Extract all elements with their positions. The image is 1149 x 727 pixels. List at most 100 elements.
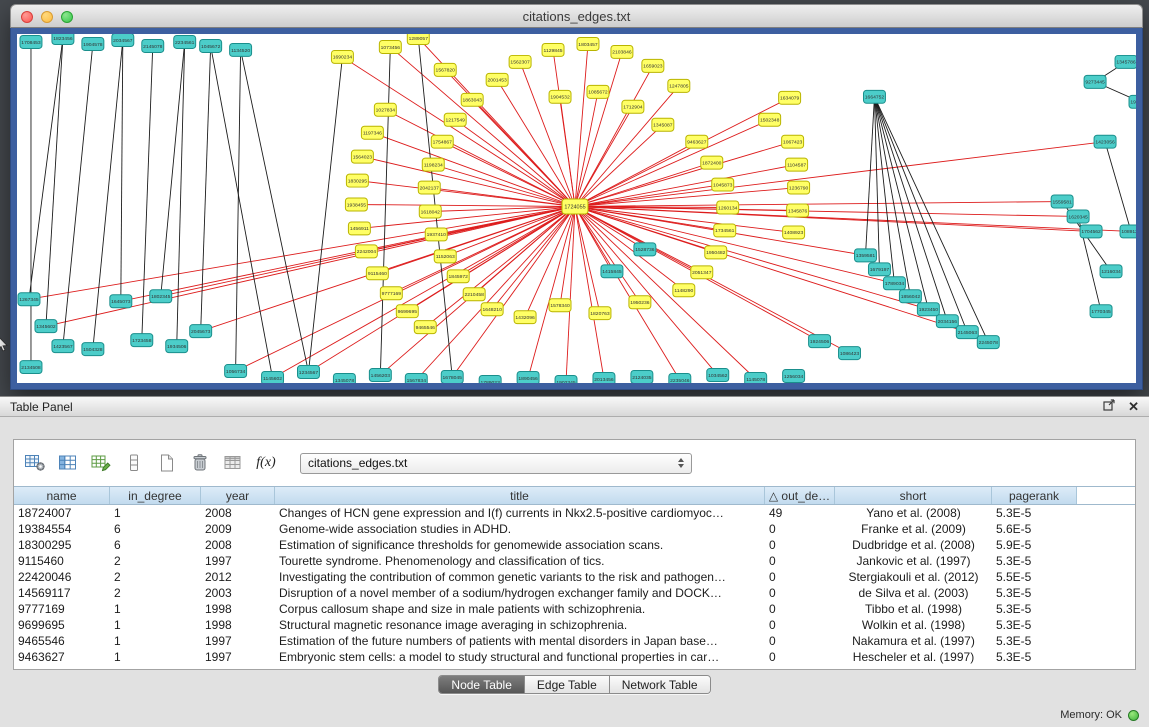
graph-node[interactable]: 1648210 [481, 303, 503, 316]
table-row[interactable]: 946554611997Estimation of the future num… [14, 633, 1135, 649]
table-row[interactable]: 946362711997Embryonic stem cells: a mode… [14, 649, 1135, 665]
graph-node[interactable]: 1664752 [863, 90, 885, 103]
graph-node[interactable]: 1924506 [809, 335, 831, 348]
graph-node[interactable]: 1634079 [779, 91, 801, 104]
graph-node[interactable]: 1823456 [52, 34, 74, 44]
graph-node[interactable]: 1432096 [514, 311, 536, 324]
graph-node[interactable]: 9463627 [686, 135, 708, 148]
graph-node[interactable]: 1872400 [701, 156, 723, 169]
delete-trash-button[interactable] [187, 450, 213, 476]
graph-node[interactable]: 1690234 [331, 50, 353, 63]
graph-node[interactable]: 1145078 [745, 373, 767, 383]
graph-node[interactable]: 1134520 [230, 43, 252, 56]
graph-node[interactable]: 1902345 [555, 376, 577, 383]
network-canvas[interactable]: 1724055186304312175491754867119823420421… [17, 34, 1136, 383]
graph-node[interactable]: 1645073 [110, 295, 132, 308]
graph-node[interactable]: 1045672 [200, 39, 222, 52]
graph-node[interactable]: 2034567 [112, 34, 134, 46]
graph-hub-node[interactable]: 1724055 [562, 199, 588, 214]
table-row[interactable]: 969969511998Structural magnetic resonanc… [14, 617, 1135, 633]
graph-node[interactable]: 1345876 [787, 204, 809, 217]
close-panel-button[interactable]: ✕ [1128, 400, 1139, 413]
network-view[interactable]: 1724055186304312175491754867119823420421… [17, 34, 1136, 383]
graph-node[interactable]: 2124035 [631, 371, 653, 383]
graph-node[interactable]: 2145063 [956, 326, 978, 339]
float-panel-button[interactable] [1103, 398, 1116, 416]
graph-node[interactable]: 1890456 [517, 372, 539, 383]
graph-node[interactable]: 1723458 [131, 334, 153, 347]
column-header-short[interactable]: short [835, 487, 992, 504]
column-button[interactable] [121, 450, 147, 476]
graph-node[interactable]: 9273445 [1084, 75, 1106, 88]
graph-node[interactable]: 1148290 [673, 284, 695, 297]
graph-node[interactable]: 2034156 [936, 315, 958, 328]
graph-node[interactable]: 2235046 [669, 374, 691, 383]
graph-node[interactable]: 1260134 [717, 201, 739, 214]
function-builder-button[interactable]: f(x) [253, 450, 279, 476]
table-row[interactable]: 977716911998Corpus callosum shape and si… [14, 601, 1135, 617]
graph-node[interactable]: 2234561 [174, 35, 196, 48]
graph-node[interactable]: 1152063 [434, 250, 456, 263]
show-columns-button[interactable] [55, 450, 81, 476]
graph-node[interactable]: 1104587 [786, 158, 808, 171]
graph-node[interactable]: 1803457 [577, 37, 599, 50]
graph-node[interactable]: 1559581 [1051, 195, 1073, 208]
graph-node[interactable]: 1618042 [419, 205, 441, 218]
graph-node[interactable]: 1145602 [262, 372, 284, 383]
graph-node[interactable]: 1415845 [601, 265, 623, 278]
tab-node-table[interactable]: Node Table [439, 676, 525, 693]
graph-node[interactable]: 1256034 [783, 370, 805, 383]
graph-node[interactable]: 2103846 [611, 45, 633, 58]
graph-node[interactable]: 1904578 [82, 37, 104, 50]
graph-node[interactable]: 1620345 [1067, 210, 1089, 223]
graph-node[interactable]: 1027834 [374, 103, 396, 116]
column-header-title[interactable]: title [275, 487, 765, 504]
graph-node[interactable]: 1086423 [839, 347, 861, 360]
graph-node[interactable]: 1679197 [868, 263, 890, 276]
graph-node[interactable]: 1923450 [917, 303, 939, 316]
graph-node[interactable]: 1704562 [1080, 225, 1102, 238]
import-table-button[interactable] [220, 450, 246, 476]
graph-node[interactable]: 1678045 [441, 371, 463, 383]
graph-node[interactable]: 9465546 [414, 321, 436, 334]
graph-node[interactable]: 1198234 [422, 158, 444, 171]
graph-node[interactable]: 1789023 [479, 376, 501, 383]
minimize-window-button[interactable] [41, 11, 53, 23]
graph-node[interactable]: 1234567 [297, 366, 319, 379]
graph-node[interactable]: 2134508 [20, 361, 42, 374]
graph-node[interactable]: 2145078 [142, 39, 164, 52]
column-header-year[interactable]: year [201, 487, 275, 504]
edit-table-button[interactable] [88, 450, 114, 476]
graph-node[interactable]: 9115460 [366, 267, 388, 280]
graph-node[interactable]: 1289057 [407, 34, 429, 44]
table-row[interactable]: 1830029562008Estimation of significance … [14, 537, 1135, 553]
graph-node[interactable]: 1504328 [82, 343, 104, 356]
graph-node[interactable]: 1567834 [405, 374, 427, 383]
graph-node[interactable]: 1423056 [1094, 135, 1116, 148]
graph-node[interactable]: 1502348 [759, 113, 781, 126]
graph-node[interactable]: 2045673 [190, 325, 212, 338]
table-selector-dropdown[interactable]: citations_edges.txt [300, 453, 692, 474]
graph-node[interactable]: 1845972 [447, 270, 469, 283]
graph-node[interactable]: 1863043 [461, 93, 483, 106]
graph-node[interactable]: 1830295 [346, 174, 368, 187]
graph-node[interactable]: 1216034 [1100, 265, 1122, 278]
graph-node[interactable]: 1067423 [782, 135, 804, 148]
graph-node[interactable]: 2245078 [977, 336, 999, 349]
table-row[interactable]: 1456911722003Disruption of a novel membe… [14, 585, 1135, 601]
graph-node[interactable]: 1085672 [587, 85, 609, 98]
graph-node[interactable]: 1924502 [1129, 95, 1136, 108]
graph-node[interactable]: 1345078 [333, 374, 355, 383]
graph-node[interactable]: 1456911 [348, 222, 370, 235]
graph-node[interactable]: 1934506 [166, 340, 188, 353]
graph-node[interactable]: 1267345 [18, 293, 40, 306]
table-row[interactable]: 2242004622012Investigating the contribut… [14, 569, 1135, 585]
graph-node[interactable]: 1856042 [899, 290, 921, 303]
graph-node[interactable]: 1754867 [431, 135, 453, 148]
graph-node[interactable]: 1345786 [1115, 55, 1136, 68]
graph-node[interactable]: 1456203 [369, 369, 391, 382]
graph-node[interactable]: 2242004 [355, 245, 377, 258]
graph-node[interactable]: 1789034 [883, 277, 905, 290]
graph-node[interactable]: 2042137 [418, 181, 440, 194]
graph-node[interactable]: 1073456 [379, 40, 401, 53]
